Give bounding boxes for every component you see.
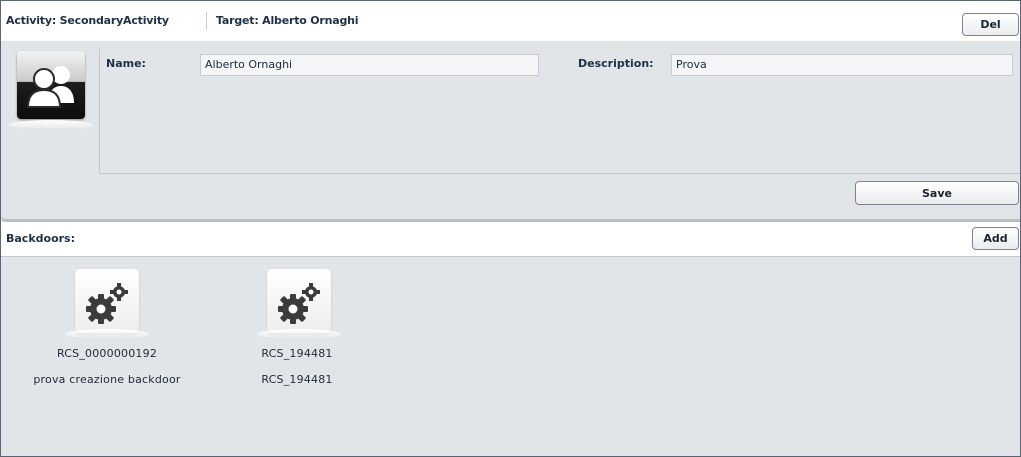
breadcrumb-bar: Activity: SecondaryActivity Target: Albe…: [1, 1, 1020, 41]
backdoor-name: RCS_0000000192: [56, 347, 158, 360]
gears-icon: [267, 269, 331, 333]
save-button[interactable]: Save: [855, 181, 1019, 205]
avatar-reflection: [9, 120, 93, 130]
tile-reflection: [257, 329, 341, 339]
backdoors-title: Backdoors:: [6, 232, 76, 245]
description-field[interactable]: Prova: [671, 54, 1013, 76]
backdoors-list: RCS_0000000192 prova creazione backdoor: [1, 257, 1020, 456]
target-details-panel: Name: Alberto Ornaghi Description: Prova…: [1, 41, 1020, 222]
backdoor-item[interactable]: RCS_194481 RCS_194481: [212, 269, 382, 419]
backdoor-description: prova creazione backdoor: [33, 373, 181, 386]
name-field[interactable]: Alberto Ornaghi: [200, 54, 539, 76]
breadcrumb-separator: [206, 12, 207, 30]
gears-icon: [75, 269, 139, 333]
window: Activity: SecondaryActivity Target: Albe…: [0, 0, 1021, 457]
user-group-icon: [17, 51, 85, 119]
breadcrumb-activity[interactable]: Activity: SecondaryActivity: [6, 14, 169, 27]
description-label: Description:: [578, 57, 654, 70]
tile-reflection: [65, 329, 149, 339]
name-label: Name:: [106, 57, 146, 70]
details-form: Name: Alberto Ornaghi Description: Prova: [99, 49, 1020, 174]
delete-button[interactable]: Del: [962, 13, 1019, 36]
backdoor-description: RCS_194481: [261, 373, 333, 386]
backdoor-item[interactable]: RCS_0000000192 prova creazione backdoor: [22, 269, 192, 419]
backdoor-name: RCS_194481: [261, 347, 333, 360]
breadcrumb-target[interactable]: Target: Alberto Ornaghi: [216, 14, 359, 27]
add-backdoor-button[interactable]: Add: [972, 227, 1019, 250]
backdoors-header: Backdoors: Add: [1, 222, 1020, 257]
avatar: [5, 47, 93, 130]
